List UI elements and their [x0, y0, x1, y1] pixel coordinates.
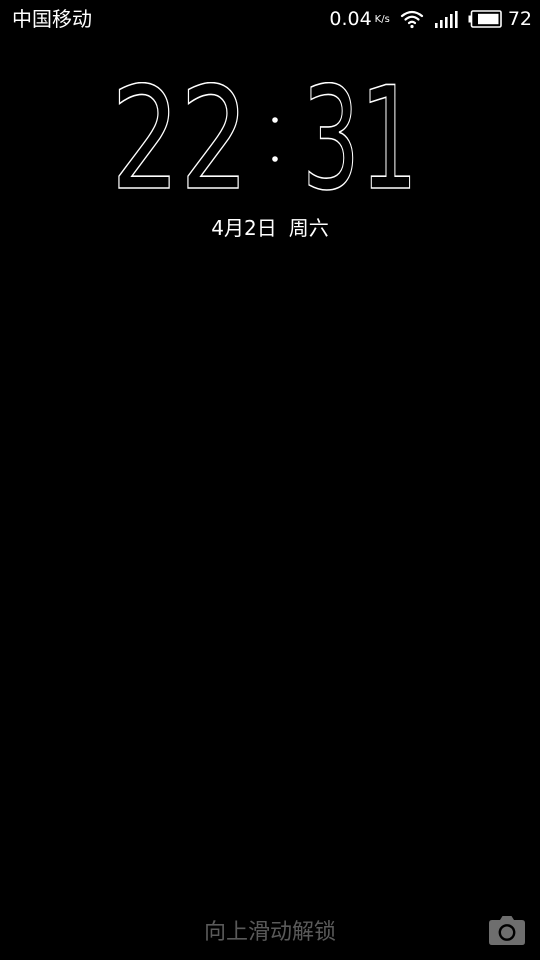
weekday-text: 周六 [288, 216, 329, 240]
unlock-hint[interactable]: 向上滑动解锁 [0, 918, 540, 948]
battery-icon [468, 10, 502, 28]
lock-date: 4月2日 周六 [0, 214, 540, 242]
carrier-name: 中国移动 [12, 7, 92, 31]
status-indicators: 0.04 K/s 72 [329, 6, 532, 32]
clock-hour: 22 [111, 82, 249, 198]
clock-separator-dot-top [272, 117, 278, 123]
signal-icon [434, 10, 458, 28]
wifi-icon [400, 9, 424, 29]
clock-minute: 31 [302, 82, 418, 198]
network-speed-unit: K/s [374, 14, 390, 25]
battery-level: 72 [507, 8, 532, 30]
lock-clock: 22 31 [0, 82, 540, 198]
network-speed: 0.04 [329, 8, 372, 30]
clock-separator-dot-bottom [272, 156, 278, 162]
status-bar: 中国移动 0.04 K/s 72 [0, 0, 540, 38]
camera-icon [489, 916, 525, 945]
date-text: 4月2日 [211, 216, 277, 240]
camera-button[interactable] [488, 914, 526, 946]
